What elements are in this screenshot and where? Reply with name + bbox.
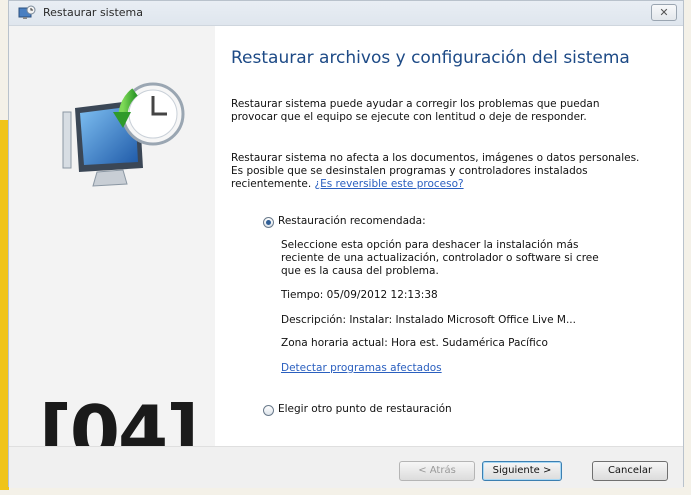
intro-paragraph: Restaurar sistema puede ayudar a corregi… [231,98,600,123]
detect-affected-programs-text[interactable]: Detectar programas afectados [281,362,442,374]
restore-description: Descripción: Instalar: Instalado Microso… [281,314,576,326]
restore-timezone: Zona horaria actual: Hora est. Sudaméric… [281,337,548,349]
back-button[interactable]: < Atrás [399,461,475,481]
detect-affected-programs-link[interactable]: Detectar programas afectados [281,362,621,375]
cancel-button[interactable]: Cancelar [592,461,668,481]
restore-time: Tiempo: 05/09/2012 12:13:38 [281,289,438,301]
window-title: Restaurar sistema [43,6,144,19]
system-restore-icon [18,5,36,19]
next-button[interactable]: Siguiente > [482,461,562,481]
recommended-restore-radio[interactable] [263,217,274,228]
recommended-restore-label[interactable]: Restauración recomendada: [278,215,426,227]
choose-other-restore-point-radio[interactable] [263,405,274,416]
page-heading: Restaurar archivos y configuración del s… [231,48,630,68]
choose-other-restore-point-label[interactable]: Elegir otro punto de restauración [278,403,452,415]
title-bar: Restaurar sistema ✕ [9,1,683,26]
reversible-process-link[interactable]: ¿Es reversible este proceso? [315,178,464,190]
system-restore-dialog: Restaurar sistema ✕ [04] Restaurar archi… [8,0,684,488]
close-button[interactable]: ✕ [651,4,677,21]
monitor-clock-restore-icon [62,82,185,187]
info-paragraph: Restaurar sistema no afecta a los docume… [231,152,641,191]
left-pane: [04] [9,26,215,468]
main-content: Restaurar archivos y configuración del s… [215,26,683,446]
recommended-description: Seleccione esta opción para deshacer la … [281,239,599,277]
dialog-footer: < Atrás Siguiente > Cancelar [9,446,683,488]
